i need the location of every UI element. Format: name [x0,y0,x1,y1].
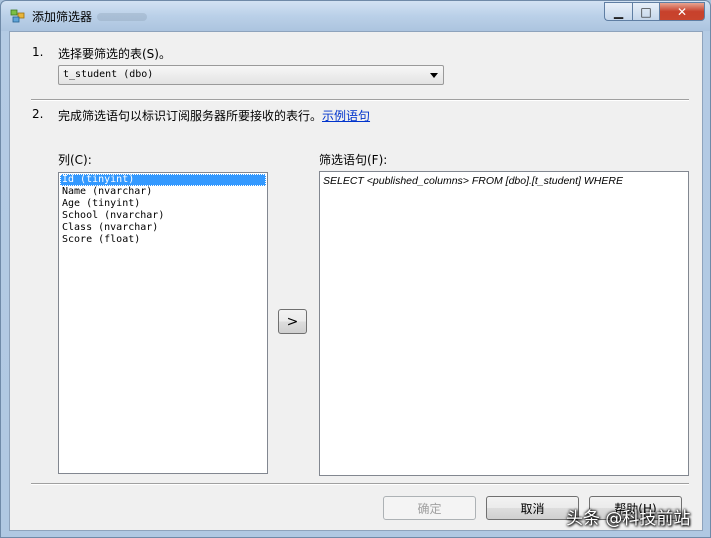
column-item-age[interactable]: Age (tinyint) [60,198,266,210]
maximize-icon: □ [640,4,652,19]
step2-text: 完成筛选语句以标识订阅服务器所要接收的表行。 [58,109,323,123]
step1-number: 1. [32,45,44,59]
column-item-school[interactable]: School (nvarchar) [60,210,266,222]
ok-button[interactable]: 确定 [383,496,476,520]
close-button[interactable]: ✕ [659,2,705,21]
title-blur-decoration [97,13,147,21]
column-item-name[interactable]: Name (nvarchar) [60,186,266,198]
table-select-value: t_student (dbo) [63,69,154,80]
column-item-score[interactable]: Score (float) [60,234,266,246]
separator-bottom [31,483,689,485]
table-select[interactable]: t_student (dbo) [58,65,444,85]
minimize-icon: ▁ [613,4,624,19]
column-item-id[interactable]: Id (tinyint) [60,174,266,186]
column-item-class[interactable]: Class (nvarchar) [60,222,266,234]
watermark-text: 头条 @科技前站 [566,509,691,529]
filter-app-icon [10,9,25,23]
separator-top [31,99,689,101]
columns-label: 列(C): [58,153,92,167]
dialog-window: 添加筛选器 ▁ □ ✕ 1. 选择要筛选的表(S)。 t_student (db… [0,0,711,538]
dialog-client-area: 1. 选择要筛选的表(S)。 t_student (dbo) 2. 完成筛选语句… [9,31,703,531]
dropdown-arrow-icon[interactable] [430,73,438,78]
window-title: 添加筛选器 [32,10,93,24]
maximize-button[interactable]: □ [632,2,659,21]
step2-number: 2. [32,107,44,121]
chevron-right-icon: > [286,313,299,330]
title-bar[interactable]: 添加筛选器 ▁ □ ✕ [1,1,710,31]
filter-statement-label: 筛选语句(F): [319,153,388,167]
step2-label: 完成筛选语句以标识订阅服务器所要接收的表行。示例语句 [58,107,370,124]
filter-statement-text[interactable]: SELECT <published_columns> FROM [dbo].[t… [323,175,623,187]
add-column-button[interactable]: > [278,309,307,334]
step1-label: 选择要筛选的表(S)。 [58,47,171,61]
filter-statement-textarea[interactable]: SELECT <published_columns> FROM [dbo].[t… [319,171,689,476]
close-icon: ✕ [676,4,688,19]
columns-listbox[interactable]: Id (tinyint) Name (nvarchar) Age (tinyin… [58,172,268,474]
example-statement-link[interactable]: 示例语句 [322,109,370,123]
minimize-button[interactable]: ▁ [604,2,632,21]
